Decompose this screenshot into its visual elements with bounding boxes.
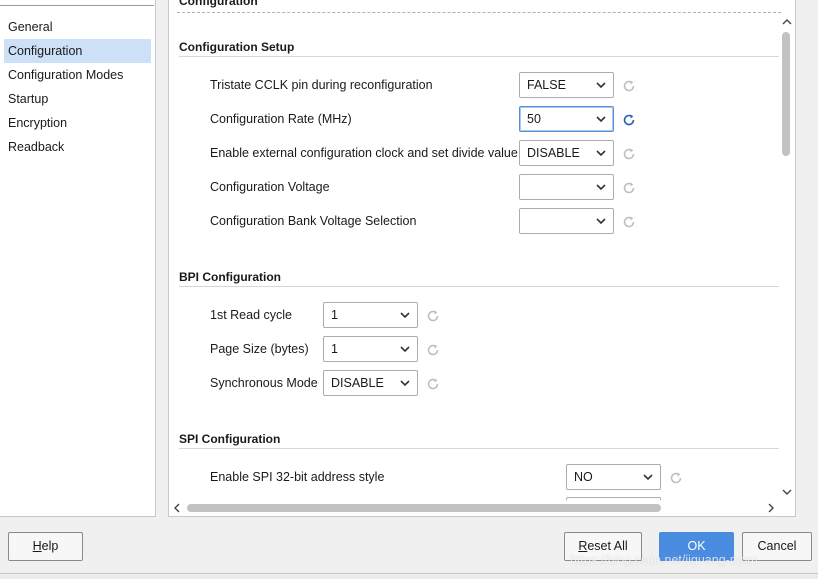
section-divider <box>179 286 780 287</box>
section-title-configuration-setup: Configuration Setup <box>179 40 295 54</box>
nav-item-general[interactable]: General <box>4 15 151 39</box>
dropdown-value: DISABLE <box>331 376 384 390</box>
chevron-down-icon <box>400 346 410 353</box>
dropdown-value: 50 <box>527 112 541 126</box>
dropdown-value: 1 <box>331 342 338 356</box>
vertical-scrollbar[interactable] <box>779 14 795 500</box>
settings-content-pane: Configuration Configuration Setup Trista… <box>168 0 796 517</box>
reset-default-icon[interactable] <box>622 181 636 195</box>
reset-default-icon[interactable] <box>622 79 636 93</box>
label-spi-32bit-address: Enable SPI 32-bit address style <box>210 470 385 484</box>
label-configuration-rate: Configuration Rate (MHz) <box>210 112 352 126</box>
page-size-dropdown[interactable]: 1 <box>323 336 418 362</box>
chevron-up-icon[interactable] <box>781 16 793 28</box>
nav-item-configuration[interactable]: Configuration <box>4 39 151 63</box>
first-read-cycle-dropdown[interactable]: 1 <box>323 302 418 328</box>
nav-search-field[interactable]: ⌕ <box>0 0 154 6</box>
nav-item-encryption[interactable]: Encryption <box>4 111 151 135</box>
synchronous-mode-dropdown[interactable]: DISABLE <box>323 370 418 396</box>
chevron-left-icon[interactable] <box>171 502 183 514</box>
section-divider <box>179 448 780 449</box>
vertical-scroll-thumb[interactable] <box>782 32 790 156</box>
label-tristate-cclk: Tristate CCLK pin during reconfiguration <box>210 78 433 92</box>
bank-voltage-selection-dropdown[interactable] <box>519 208 614 234</box>
horizontal-scrollbar[interactable] <box>169 500 781 516</box>
cancel-button[interactable]: Cancel <box>742 532 812 561</box>
label-synchronous-mode: Synchronous Mode <box>210 376 318 390</box>
help-button-mnemonic: H <box>32 539 42 553</box>
dropdown-value: 1 <box>331 308 338 322</box>
section-divider <box>179 56 780 57</box>
search-icon: ⌕ <box>3 0 9 4</box>
help-button[interactable]: Help <box>8 532 83 561</box>
chevron-down-icon <box>596 150 606 157</box>
reset-all-button-mnemonic: R <box>578 539 588 553</box>
label-page-size: Page Size (bytes) <box>210 342 309 356</box>
nav-item-readback[interactable]: Readback <box>4 135 151 159</box>
label-external-config-clock: Enable external configuration clock and … <box>210 146 518 160</box>
chevron-down-icon <box>596 218 606 225</box>
nav-item-startup[interactable]: Startup <box>4 87 151 111</box>
taskbar-strip <box>0 573 818 579</box>
chevron-down-icon <box>596 116 606 123</box>
reset-default-icon[interactable] <box>622 215 636 229</box>
ok-button[interactable]: OK <box>659 532 734 561</box>
chevron-down-icon <box>596 184 606 191</box>
reset-default-icon[interactable] <box>426 377 440 391</box>
external-config-clock-dropdown[interactable]: DISABLE <box>519 140 614 166</box>
section-title-bpi-configuration: BPI Configuration <box>179 270 281 284</box>
label-first-read-cycle: 1st Read cycle <box>210 308 292 322</box>
dropdown-value: DISABLE <box>527 146 580 160</box>
configuration-voltage-dropdown[interactable] <box>519 174 614 200</box>
section-title-spi-configuration: SPI Configuration <box>179 432 281 446</box>
page-title: Configuration <box>179 0 258 8</box>
reset-all-button[interactable]: Reset All <box>564 532 642 561</box>
chevron-down-icon <box>596 82 606 89</box>
reset-all-button-rest: eset All <box>587 539 628 553</box>
dropdown-value: FALSE <box>527 78 566 92</box>
category-list: General Configuration Configuration Mode… <box>4 15 151 159</box>
reset-default-icon[interactable] <box>622 147 636 161</box>
nav-item-configuration-modes[interactable]: Configuration Modes <box>4 63 151 87</box>
reset-default-icon[interactable] <box>426 309 440 323</box>
reset-default-icon[interactable] <box>669 471 683 485</box>
chevron-down-icon <box>400 380 410 387</box>
chevron-down-icon <box>400 312 410 319</box>
spi-32bit-address-dropdown[interactable]: NO <box>566 464 661 490</box>
reset-default-icon[interactable] <box>622 113 636 127</box>
help-button-rest: elp <box>41 539 59 553</box>
chevron-down-icon <box>643 474 653 481</box>
tristate-cclk-dropdown[interactable]: FALSE <box>519 72 614 98</box>
header-divider <box>177 12 781 13</box>
label-configuration-voltage: Configuration Voltage <box>210 180 330 194</box>
reset-default-icon[interactable] <box>426 343 440 357</box>
chevron-down-icon[interactable] <box>781 486 793 498</box>
category-nav-pane: ⌕ General Configuration Configuration Mo… <box>0 0 156 517</box>
horizontal-scroll-thumb[interactable] <box>187 504 661 512</box>
label-bank-voltage-selection: Configuration Bank Voltage Selection <box>210 214 417 228</box>
chevron-right-icon[interactable] <box>765 502 777 514</box>
configuration-rate-dropdown[interactable]: 50 <box>519 106 614 132</box>
dropdown-value: NO <box>574 470 593 484</box>
